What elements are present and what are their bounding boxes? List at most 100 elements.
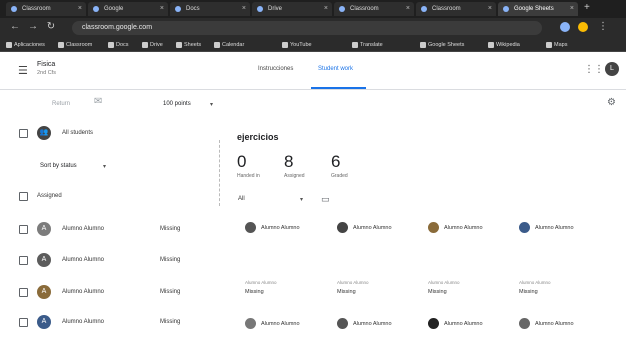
reload-icon[interactable]: ↻ bbox=[44, 21, 58, 32]
tab-close-icon[interactable]: × bbox=[406, 2, 410, 16]
course-subtitle: 2nd Cfs bbox=[37, 70, 56, 76]
chevron-down-icon: ▾ bbox=[210, 102, 214, 108]
mail-icon[interactable]: ✉ bbox=[94, 96, 102, 107]
student-status: Missing bbox=[160, 257, 181, 263]
classroom-header: ☰ Fisica 2nd Cfs Instrucciones Student w… bbox=[0, 52, 626, 90]
profile-icon[interactable] bbox=[578, 22, 588, 32]
chevron-down-icon: ▾ bbox=[300, 197, 304, 203]
tab-instructions[interactable]: Instrucciones bbox=[258, 66, 293, 72]
assigned-group-checkbox[interactable] bbox=[19, 192, 28, 201]
assigned-group-label: Assigned bbox=[37, 193, 62, 199]
bookmark-item[interactable]: Google Sheets bbox=[420, 40, 464, 50]
browser-tab[interactable]: Classroom × bbox=[334, 2, 414, 16]
forward-icon[interactable]: → bbox=[26, 21, 40, 32]
student-status: Missing bbox=[160, 226, 181, 232]
tab-close-icon[interactable]: × bbox=[160, 2, 164, 16]
student-card-subtitle: Alumno Alumno bbox=[337, 280, 369, 285]
student-checkbox[interactable] bbox=[19, 318, 28, 327]
tab-close-icon[interactable]: × bbox=[324, 2, 328, 16]
bookmark-item[interactable]: Aplicaciones bbox=[6, 40, 45, 50]
account-avatar[interactable]: L bbox=[605, 62, 619, 76]
student-checkbox[interactable] bbox=[19, 288, 28, 297]
student-checkbox[interactable] bbox=[19, 225, 28, 234]
stat-value-handed-in: 0 bbox=[237, 152, 247, 171]
sort-select[interactable]: Sort by status bbox=[40, 163, 77, 169]
bookmark-item[interactable]: Translate bbox=[352, 40, 383, 50]
bookmark-item[interactable]: Maps bbox=[546, 40, 567, 50]
address-bar[interactable]: classroom.google.com bbox=[72, 21, 542, 35]
all-students-label: All students bbox=[62, 130, 94, 136]
stat-label-handed-in: Handed in bbox=[237, 173, 260, 179]
browser-tab[interactable]: Classroom × bbox=[416, 2, 496, 16]
tab-student-work[interactable]: Student work bbox=[318, 66, 353, 72]
bookmark-item[interactable]: Drive bbox=[142, 40, 163, 50]
browser-tab-strip: Classroom × Google × Docs × Drive × Classroo… bbox=[0, 0, 626, 18]
student-status: Missing bbox=[160, 289, 181, 295]
back-icon[interactable]: ← bbox=[8, 21, 22, 32]
browser-tab[interactable]: Google × bbox=[88, 2, 168, 16]
student-card-name: Alumno Alumno bbox=[444, 321, 483, 327]
student-card-name: Alumno Alumno bbox=[535, 225, 574, 231]
bookmark-item[interactable]: Calendar bbox=[214, 40, 244, 50]
bookmark-item[interactable]: Classroom bbox=[58, 40, 92, 50]
tab-favicon-icon bbox=[175, 6, 181, 12]
extension-icon[interactable] bbox=[560, 22, 570, 32]
student-avatar bbox=[245, 318, 256, 329]
tab-favicon-icon bbox=[93, 6, 99, 12]
browser-tab-active[interactable]: Google Sheets × bbox=[498, 2, 578, 16]
student-card-status: Missing bbox=[245, 289, 264, 295]
folder-icon[interactable]: ▭ bbox=[321, 194, 330, 205]
bookmarks-bar: Aplicaciones Classroom Docs Drive Sheets… bbox=[0, 38, 626, 52]
course-title[interactable]: Fisica bbox=[37, 61, 55, 68]
menu-icon[interactable]: ☰ bbox=[18, 64, 28, 77]
student-checkbox[interactable] bbox=[19, 256, 28, 265]
student-card-name: Alumno Alumno bbox=[353, 321, 392, 327]
tab-close-icon[interactable]: × bbox=[242, 2, 246, 16]
bookmark-item[interactable]: Sheets bbox=[176, 40, 201, 50]
browser-tab[interactable]: Drive × bbox=[252, 2, 332, 16]
student-name: Alumno Alumno bbox=[62, 319, 105, 325]
tab-close-icon[interactable]: × bbox=[488, 2, 492, 16]
points-select[interactable]: 100 points bbox=[163, 101, 191, 107]
browser-toolbar: ← → ↻ classroom.google.com ⋮ bbox=[0, 18, 626, 38]
return-button[interactable]: Return bbox=[52, 101, 70, 107]
student-card-subtitle: Alumno Alumno bbox=[519, 280, 551, 285]
tab-close-icon[interactable]: × bbox=[78, 2, 82, 16]
filter-select[interactable]: All bbox=[238, 196, 245, 202]
tab-favicon-icon bbox=[503, 6, 509, 12]
student-avatar: A bbox=[37, 285, 51, 299]
student-card-name: Alumno Alumno bbox=[261, 321, 300, 327]
student-card-status: Missing bbox=[337, 289, 356, 295]
tab-close-icon[interactable]: × bbox=[570, 2, 574, 16]
student-card-subtitle: Alumno Alumno bbox=[428, 280, 460, 285]
browser-tab[interactable]: Classroom × bbox=[6, 2, 86, 16]
active-tab-indicator bbox=[311, 87, 366, 89]
student-card-name: Alumno Alumno bbox=[444, 225, 483, 231]
browser-menu-icon[interactable]: ⋮ bbox=[598, 21, 608, 32]
bookmark-item[interactable]: Docs bbox=[108, 40, 129, 50]
student-avatar bbox=[428, 318, 439, 329]
tab-favicon-icon bbox=[421, 6, 427, 12]
student-card-status: Missing bbox=[428, 289, 447, 295]
student-status: Missing bbox=[160, 319, 181, 325]
tab-favicon-icon bbox=[339, 6, 345, 12]
browser-tab[interactable]: Docs × bbox=[170, 2, 250, 16]
new-tab-button[interactable]: + bbox=[584, 2, 590, 13]
student-avatar bbox=[519, 318, 530, 329]
settings-icon[interactable]: ⚙ bbox=[607, 97, 616, 108]
bookmark-item[interactable]: YouTube bbox=[282, 40, 312, 50]
select-all-checkbox[interactable] bbox=[19, 129, 28, 138]
student-avatar bbox=[519, 222, 530, 233]
student-avatar bbox=[245, 222, 256, 233]
stat-label-assigned: Assigned bbox=[284, 173, 305, 179]
stat-value-graded: 6 bbox=[331, 152, 341, 171]
apps-grid-icon[interactable]: ⋮⋮ bbox=[584, 64, 604, 75]
assignment-title: ejercicios bbox=[237, 132, 279, 142]
column-divider bbox=[219, 140, 220, 206]
chevron-down-icon: ▾ bbox=[103, 164, 107, 170]
tab-favicon-icon bbox=[257, 6, 263, 12]
student-avatar bbox=[428, 222, 439, 233]
all-students-icon: 👥 bbox=[37, 126, 51, 140]
bookmark-item[interactable]: Wikipedia bbox=[488, 40, 520, 50]
student-card-name: Alumno Alumno bbox=[261, 225, 300, 231]
